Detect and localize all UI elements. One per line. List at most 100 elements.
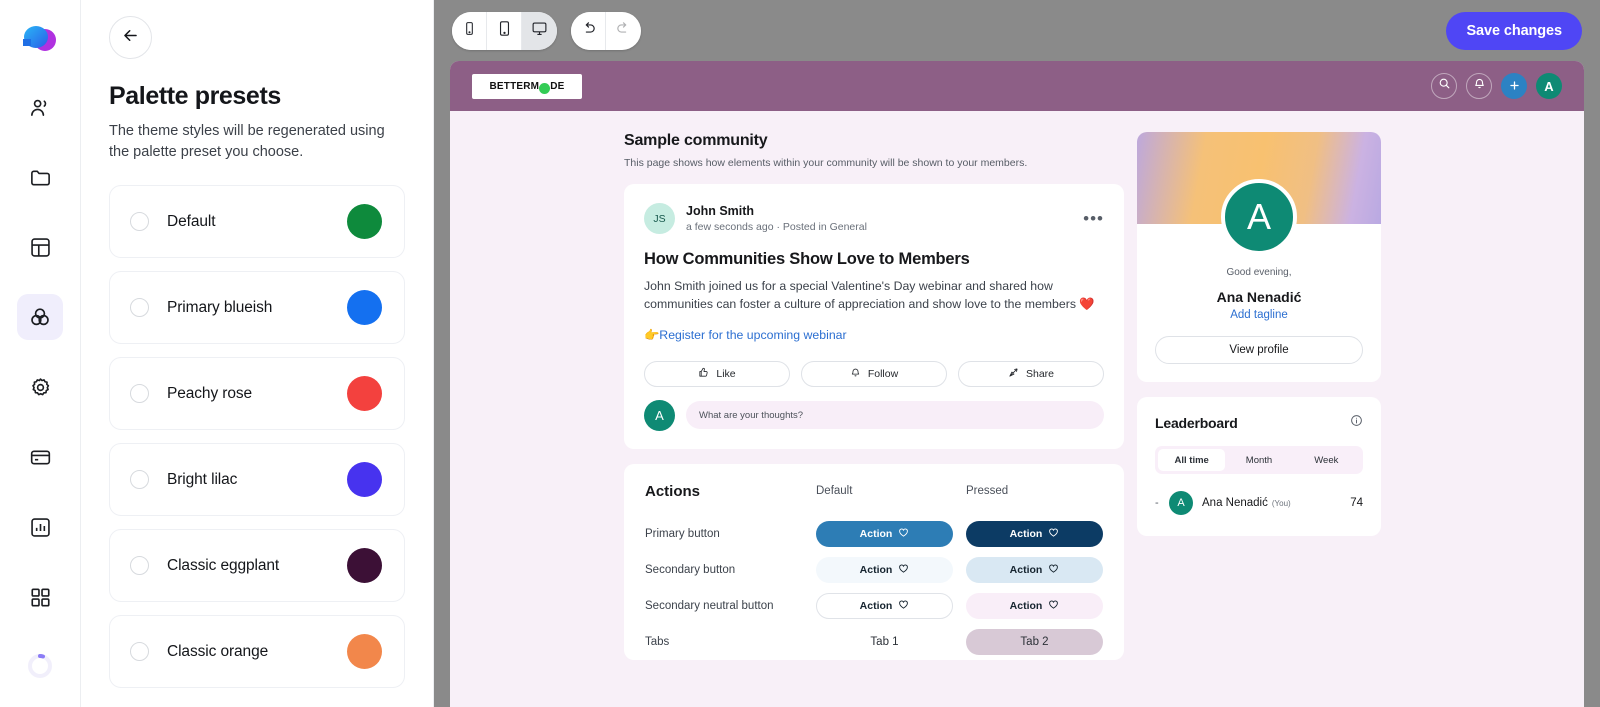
share-button[interactable]: Share bbox=[958, 360, 1104, 387]
canvas-toolbar: Save changes bbox=[434, 0, 1600, 61]
leaderboard-tab-week[interactable]: Week bbox=[1293, 449, 1360, 471]
secondary-neutral-button-default[interactable]: Action bbox=[816, 592, 953, 619]
rail-item-apps[interactable] bbox=[17, 574, 63, 620]
preset-option-classic-orange[interactable]: Classic orange bbox=[109, 615, 405, 689]
theme-circles-icon bbox=[28, 305, 52, 329]
row-label-secondary-neutral-button: Secondary neutral button bbox=[645, 599, 774, 612]
post-author-name[interactable]: John Smith bbox=[686, 204, 867, 218]
preset-option-classic-eggplant[interactable]: Classic eggplant bbox=[109, 529, 405, 603]
tab-1[interactable]: Tab 1 bbox=[816, 629, 953, 655]
comment-input[interactable]: What are your thoughts? bbox=[686, 401, 1104, 430]
leaderboard-tabs: All time Month Week bbox=[1155, 446, 1363, 474]
radio-icon[interactable] bbox=[130, 384, 149, 404]
bell-icon bbox=[1473, 77, 1486, 95]
app-root: Palette presets The theme styles will be… bbox=[0, 0, 1600, 707]
leaderboard-you-badge: (You) bbox=[1271, 498, 1291, 508]
site-header-actions: A bbox=[1431, 73, 1562, 99]
community-title: Sample community bbox=[624, 132, 768, 149]
heart-icon bbox=[1048, 599, 1059, 613]
heart-icon bbox=[1048, 527, 1059, 541]
notifications-button[interactable] bbox=[1466, 73, 1492, 99]
secondary-button-default[interactable]: Action bbox=[816, 556, 953, 583]
leaderboard-tab-all-time[interactable]: All time bbox=[1158, 449, 1226, 471]
site-logo[interactable]: BETTERM DE bbox=[472, 73, 582, 99]
profile-avatar[interactable]: A bbox=[1221, 179, 1297, 255]
rail-item-members[interactable] bbox=[17, 84, 63, 130]
info-icon[interactable] bbox=[1350, 414, 1363, 432]
add-button[interactable] bbox=[1501, 73, 1527, 99]
search-button[interactable] bbox=[1431, 73, 1457, 99]
radio-icon[interactable] bbox=[130, 212, 149, 232]
preset-option-primary-blueish[interactable]: Primary blueish bbox=[109, 271, 405, 345]
rail-item-settings[interactable] bbox=[17, 364, 63, 410]
share-icon bbox=[1008, 367, 1019, 381]
site-body: Sample community This page shows how ele… bbox=[450, 111, 1584, 660]
thumbs-up-icon bbox=[698, 367, 709, 381]
post-body: John Smith joined us for a special Valen… bbox=[644, 279, 1095, 312]
preset-label: Classic eggplant bbox=[167, 556, 280, 574]
apps-grid-icon bbox=[29, 586, 52, 609]
rail-item-layout[interactable] bbox=[17, 224, 63, 270]
share-label: Share bbox=[1025, 367, 1055, 380]
profile-banner: A bbox=[1137, 132, 1381, 255]
color-swatch bbox=[347, 548, 382, 584]
back-button[interactable] bbox=[109, 16, 152, 59]
primary-button-pressed[interactable]: Action bbox=[966, 520, 1103, 547]
add-tagline-link[interactable]: Add tagline bbox=[1155, 309, 1363, 321]
preset-list: Default Primary blueish Peachy rose Brig… bbox=[109, 185, 405, 689]
brand-text-end: DE bbox=[550, 80, 565, 92]
save-changes-button[interactable]: Save changes bbox=[1446, 11, 1582, 50]
preset-option-peachy-rose[interactable]: Peachy rose bbox=[109, 357, 405, 431]
radio-icon[interactable] bbox=[130, 470, 149, 490]
icon-rail bbox=[0, 0, 81, 707]
tab-2[interactable]: Tab 2 bbox=[966, 628, 1103, 655]
undo-button[interactable] bbox=[571, 11, 606, 50]
secondary-neutral-button-pressed[interactable]: Action bbox=[966, 592, 1103, 619]
preset-option-bright-lilac[interactable]: Bright lilac bbox=[109, 443, 405, 517]
follow-button[interactable]: Follow bbox=[801, 360, 947, 387]
palette-presets-panel: Palette presets The theme styles will be… bbox=[81, 0, 434, 707]
follow-label: Follow bbox=[867, 367, 899, 380]
post-author-avatar[interactable]: JS bbox=[644, 203, 675, 234]
leaderboard-row[interactable]: - A Ana Nenadić (You) 74 bbox=[1155, 491, 1363, 515]
avatar[interactable]: A bbox=[1536, 73, 1562, 99]
leaderboard-avatar: A bbox=[1169, 491, 1193, 515]
device-tablet[interactable] bbox=[487, 11, 522, 50]
leaderboard-tab-month[interactable]: Month bbox=[1225, 449, 1292, 471]
device-toggle-group bbox=[452, 11, 557, 50]
rail-item-appearance[interactable] bbox=[17, 294, 63, 340]
radio-icon[interactable] bbox=[130, 298, 149, 318]
redo-icon bbox=[615, 20, 632, 42]
color-swatch bbox=[347, 204, 382, 240]
radio-icon[interactable] bbox=[130, 642, 149, 662]
post-link[interactable]: 👉Register for the upcoming webinar bbox=[644, 328, 1104, 343]
bettermode-cloud-logo[interactable] bbox=[18, 16, 62, 60]
arrow-left-icon bbox=[121, 26, 140, 50]
view-profile-button[interactable]: View profile bbox=[1155, 336, 1363, 364]
primary-button-default[interactable]: Action bbox=[816, 520, 953, 547]
heart-icon bbox=[1048, 563, 1059, 577]
button-label: Action bbox=[1009, 527, 1043, 540]
rail-item-analytics[interactable] bbox=[17, 504, 63, 550]
like-button[interactable]: Like bbox=[644, 360, 790, 387]
post-title[interactable]: How Communities Show Love to Members bbox=[644, 250, 1104, 269]
device-mobile[interactable] bbox=[452, 11, 487, 50]
search-icon bbox=[1438, 77, 1451, 95]
column-header-pressed: Pressed bbox=[966, 485, 1009, 498]
preset-option-default[interactable]: Default bbox=[109, 185, 405, 259]
rail-item-content[interactable] bbox=[17, 154, 63, 200]
page-title: Palette presets bbox=[109, 82, 281, 110]
preset-label: Bright lilac bbox=[167, 470, 238, 488]
actions-grid: Actions Default Pressed Primary button A… bbox=[645, 483, 1103, 660]
more-horizontal-icon[interactable]: ••• bbox=[1083, 210, 1104, 227]
post-meta: John Smith a few seconds ago · Posted in… bbox=[686, 204, 867, 233]
rail-item-billing[interactable] bbox=[17, 434, 63, 480]
secondary-button-pressed[interactable]: Action bbox=[966, 556, 1103, 583]
preset-label: Classic orange bbox=[167, 642, 269, 660]
community-subtitle: This page shows how elements within your… bbox=[624, 157, 1028, 169]
radio-icon[interactable] bbox=[130, 556, 149, 576]
leaderboard-header: Leaderboard bbox=[1155, 414, 1363, 432]
history-group bbox=[571, 11, 641, 50]
redo-button[interactable] bbox=[606, 11, 641, 50]
device-desktop[interactable] bbox=[522, 11, 557, 50]
